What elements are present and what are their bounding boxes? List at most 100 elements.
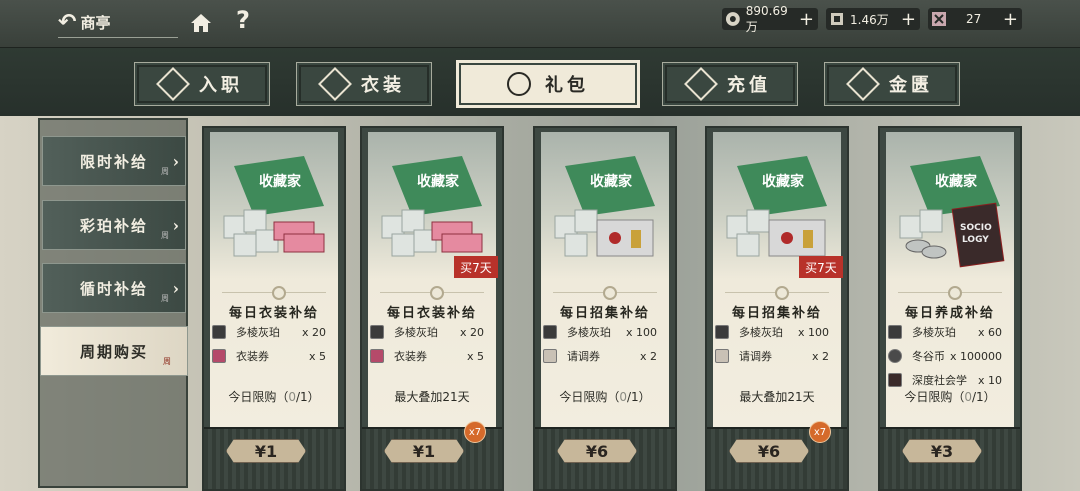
home-icon[interactable] <box>188 10 214 36</box>
reward-qty: x 20 <box>459 325 484 339</box>
sidebar-item-limited[interactable]: 限时补给 周 › <box>42 136 186 186</box>
reward-name: 衣装券 <box>394 350 427 363</box>
add-coin-button[interactable]: + <box>799 9 814 30</box>
weekly-tag: 周 <box>161 167 169 176</box>
ticket-icon <box>932 12 946 26</box>
buy-button[interactable]: ¥1 <box>226 439 306 463</box>
add-ticket-button[interactable]: + <box>1003 9 1018 30</box>
book-icon <box>888 373 902 387</box>
reward-name: 多棱灰珀 <box>567 326 611 339</box>
reward-name: 衣装券 <box>236 350 269 363</box>
limit-text: 今日限购（ <box>228 390 289 404</box>
limit-text: 最大叠加21天 <box>394 390 470 404</box>
summon-ticket-icon <box>715 349 729 363</box>
bundle-card[interactable]: 收藏家 SOCIO LOGY 每日养成补给 多棱灰珀 x 60 冬谷币 x 10… <box>878 126 1022 491</box>
limit-max: /1） <box>295 390 320 404</box>
price-band: ¥6 x7 <box>707 421 847 489</box>
sidebar-item-cyclic[interactable]: 循时补给 周 › <box>42 263 186 313</box>
limit-max: /1） <box>971 390 996 404</box>
tab-outfits[interactable]: 衣装 <box>296 62 432 106</box>
reward-row: 衣装券 x 5 <box>210 346 338 366</box>
weekly-tag: 周 <box>161 294 169 303</box>
reward-row: 请调券 x 2 <box>541 346 669 366</box>
sidebar-item-amber[interactable]: 彩珀补给 周 › <box>42 200 186 250</box>
price-band: ¥1 x7 <box>362 421 502 489</box>
gray-amber-icon <box>715 325 729 339</box>
bundle-illustration-icon: 收藏家 <box>554 156 655 257</box>
ornament-icon <box>603 286 617 300</box>
sidebar-item-label: 限时补给 <box>79 152 148 171</box>
multiplier-badge: x7 <box>464 421 486 443</box>
card-body: 收藏家 买7天 每日衣装补给 多棱灰珀 x 20 衣装券 x 5 <box>368 132 498 427</box>
reward-qty: x 100 <box>625 325 657 339</box>
weekly-tag: 周 <box>163 357 171 366</box>
buy-button[interactable]: ¥1 <box>384 439 464 463</box>
bundle-icon <box>507 72 531 96</box>
sidebar-item-label: 彩珀补给 <box>79 216 148 235</box>
top-bar: ↶ 商亭 ? 890.69万 + 1.46万 + 27 + <box>0 0 1080 48</box>
reward-qty: x 5 <box>308 349 326 363</box>
tab-treasury[interactable]: 金匮 <box>824 62 960 106</box>
ornament-icon <box>775 286 789 300</box>
card-body: 收藏家 每日招集补给 多棱灰珀 x 100 请调券 x 2 <box>541 132 669 427</box>
buy-button[interactable]: ¥6 <box>729 439 809 463</box>
price-band: ¥6 <box>535 427 675 489</box>
tab-bundles[interactable]: 礼包 <box>456 60 640 108</box>
back-button[interactable]: ↶ 商亭 <box>58 8 178 38</box>
multiplier-badge: x7 <box>809 421 831 443</box>
buy-button[interactable]: ¥3 <box>902 439 982 463</box>
ornament-icon <box>948 286 962 300</box>
card-title: 每日招集补给 <box>559 306 650 321</box>
card-title: 每日养成补给 <box>904 306 995 321</box>
reward-name: 多棱灰珀 <box>912 326 956 339</box>
chevron-right-icon: › <box>172 278 181 298</box>
diamond-icon <box>846 67 880 101</box>
sidebar-item-periodic[interactable]: 周期购买 周 <box>40 326 188 376</box>
card-title: 每日招集补给 <box>731 306 822 321</box>
weekly-tag: 周 <box>161 231 169 240</box>
limit-text: 今日限购（ <box>559 390 620 404</box>
tab-label: 入职 <box>199 75 243 96</box>
stack-limit: 最大叠加21天 <box>362 388 502 405</box>
limit-text: 今日限购（ <box>904 390 965 404</box>
svg-text:收藏家: 收藏家 <box>935 173 978 190</box>
currency-value: 1.46万 <box>850 12 889 27</box>
bundle-card[interactable]: 收藏家 买7天 每日衣装补给 多棱灰珀 x 20 衣装券 x 5 最大叠加21天… <box>360 126 504 491</box>
svg-text:LOGY: LOGY <box>962 235 989 245</box>
reward-qty: x 100000 <box>950 349 1002 363</box>
reward-row: 多棱灰珀 x 20 <box>368 322 496 342</box>
back-arrow-icon: ↶ <box>58 10 77 35</box>
reward-qty: x 20 <box>301 325 326 339</box>
gray-amber-icon <box>888 325 902 339</box>
reward-qty: x 2 <box>811 349 829 363</box>
reward-name: 请调券 <box>567 350 600 363</box>
bundle-card[interactable]: 收藏家 每日招集补给 多棱灰珀 x 100 请调券 x 2 今日限购（0/1） … <box>533 126 677 491</box>
reward-row: 请调券 x 2 <box>713 346 841 366</box>
ornament-icon <box>272 286 286 300</box>
add-amber-button[interactable]: + <box>901 9 916 30</box>
limit-count: 0 <box>288 390 296 404</box>
card-body: 收藏家 买7天 每日招集补给 多棱灰珀 x 100 请调券 x 2 <box>713 132 843 427</box>
currency-coin: 890.69万 + <box>722 4 818 34</box>
bundle-illustration-icon: 收藏家 <box>223 156 325 257</box>
back-label: 商亭 <box>80 14 111 32</box>
reward-row: 多棱灰珀 x 60 <box>886 322 1014 342</box>
svg-text:收藏家: 收藏家 <box>259 173 302 190</box>
tab-label: 充值 <box>727 75 771 96</box>
buy-7-days-badge: 买7天 <box>799 256 843 278</box>
reward-row: 冬谷币 x 100000 <box>886 346 1014 366</box>
currency-ticket: 27 + <box>928 8 1022 30</box>
tab-recharge[interactable]: 充值 <box>662 62 798 106</box>
reward-name: 多棱灰珀 <box>394 326 438 339</box>
summon-ticket-icon <box>543 349 557 363</box>
buy-button[interactable]: ¥6 <box>557 439 637 463</box>
stack-limit: 最大叠加21天 <box>707 388 847 405</box>
winter-coin-icon <box>888 349 902 363</box>
reward-qty: x 2 <box>639 349 657 363</box>
reward-name: 请调券 <box>739 350 772 363</box>
purchase-limit: 今日限购（0/1） <box>204 388 344 405</box>
tab-onboarding[interactable]: 入职 <box>134 62 270 106</box>
help-button[interactable]: ? <box>236 6 250 34</box>
bundle-card[interactable]: 收藏家 每日衣装补给 多棱灰珀 x 20 衣装券 x 5 今日限购（0/1） ¥… <box>202 126 346 491</box>
bundle-card[interactable]: 收藏家 买7天 每日招集补给 多棱灰珀 x 100 请调券 x 2 最大叠加21… <box>705 126 849 491</box>
